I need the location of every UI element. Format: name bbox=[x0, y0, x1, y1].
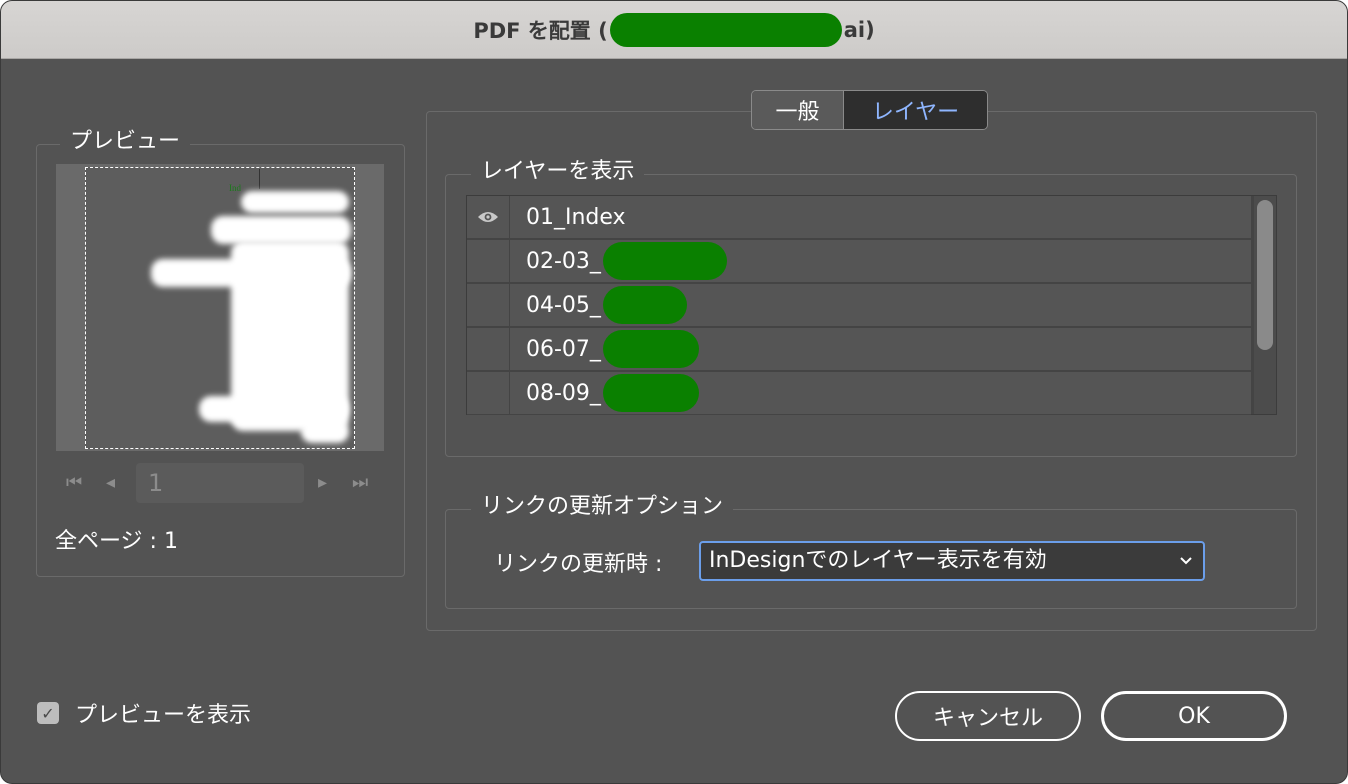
layer-row[interactable]: 02-03_ bbox=[467, 240, 1251, 283]
layer-name: 06-07_ bbox=[526, 336, 601, 362]
layers-legend: レイヤーを表示 bbox=[471, 159, 645, 185]
layer-list: 01_Index 02-03_ 04-05_ 06-07_ 08-09_ bbox=[466, 195, 1277, 415]
next-page-icon[interactable]: ▸ bbox=[318, 471, 327, 495]
eye-icon bbox=[478, 212, 498, 222]
cancel-button[interactable]: キャンセル bbox=[895, 691, 1081, 741]
layer-name: 08-09_ bbox=[526, 380, 601, 406]
layer-name: 01_Index bbox=[526, 204, 626, 230]
scrollbar-thumb[interactable] bbox=[1257, 200, 1273, 350]
layer-row[interactable]: 04-05_ bbox=[467, 284, 1251, 327]
layer-visibility-toggle[interactable] bbox=[467, 372, 510, 414]
link-update-label: リンクの更新時 : bbox=[494, 552, 663, 577]
redacted-layer-name bbox=[602, 374, 699, 412]
layer-visibility-toggle[interactable] bbox=[467, 284, 510, 326]
show-preview-toggle[interactable]: ✓ プレビューを表示 bbox=[37, 697, 251, 729]
layer-visibility-toggle[interactable] bbox=[467, 328, 510, 370]
redacted-layer-name bbox=[602, 242, 727, 280]
chevron-down-icon bbox=[1179, 543, 1193, 592]
layer-row[interactable]: 01_Index bbox=[467, 196, 1251, 239]
link-update-value: InDesignでのレイヤー表示を有効 bbox=[709, 548, 1047, 573]
layer-name-wrap: 04-05_ bbox=[510, 286, 687, 324]
page-crop-line bbox=[259, 169, 260, 189]
tab-bar: 一般 レイヤー bbox=[751, 90, 988, 130]
show-preview-checkbox[interactable]: ✓ bbox=[37, 702, 59, 724]
layer-list-scrollbar[interactable] bbox=[1254, 196, 1276, 414]
show-preview-label: プレビューを表示 bbox=[75, 703, 252, 728]
ok-button[interactable]: OK bbox=[1101, 691, 1287, 741]
checkmark-icon: ✓ bbox=[41, 703, 55, 723]
layer-row[interactable]: 06-07_ bbox=[467, 328, 1251, 371]
link-update-select[interactable]: InDesignでのレイヤー表示を有効 bbox=[699, 541, 1205, 581]
title-bar[interactable]: PDF を配置 ( ai) bbox=[1, 1, 1347, 59]
layer-name: 04-05_ bbox=[526, 292, 601, 318]
title-prefix: PDF を配置 ( bbox=[473, 18, 608, 43]
layer-name-wrap: 08-09_ bbox=[510, 374, 699, 412]
layer-visibility-toggle[interactable] bbox=[467, 196, 510, 238]
redacted-layer-name bbox=[602, 286, 687, 324]
redacted-filename bbox=[609, 12, 842, 47]
layer-name: 02-03_ bbox=[526, 248, 601, 274]
last-page-icon[interactable]: ⏭ bbox=[352, 471, 368, 495]
preview-legend: プレビュー bbox=[60, 129, 191, 155]
link-update-legend: リンクの更新オプション bbox=[471, 494, 734, 520]
total-pages: 全ページ : 1 bbox=[55, 529, 178, 554]
tab-general[interactable]: 一般 bbox=[752, 91, 844, 129]
first-page-icon[interactable]: ⏮ bbox=[66, 471, 82, 495]
page-number-field[interactable]: 1 bbox=[136, 463, 304, 503]
layer-name-wrap: 06-07_ bbox=[510, 330, 699, 368]
tab-layers[interactable]: レイヤー bbox=[844, 91, 987, 129]
redacted-layer-name bbox=[602, 330, 699, 368]
page-navigator: ⏮ ◂ 1 ▸ ⏭ bbox=[56, 463, 384, 503]
layer-row[interactable]: 08-09_ bbox=[467, 372, 1251, 415]
place-pdf-dialog: PDF を配置 ( ai) プレビュー Ind ⏮ ◂ 1 ▸ ⏭ 全ページ :… bbox=[0, 0, 1348, 784]
layer-name-wrap: 02-03_ bbox=[510, 242, 727, 280]
layer-visibility-toggle[interactable] bbox=[467, 240, 510, 282]
title-suffix: ai) bbox=[843, 17, 875, 42]
previous-page-icon[interactable]: ◂ bbox=[106, 471, 115, 495]
dialog-title: PDF を配置 ( ai) bbox=[473, 12, 875, 47]
page-mark-text: Ind bbox=[229, 183, 241, 193]
